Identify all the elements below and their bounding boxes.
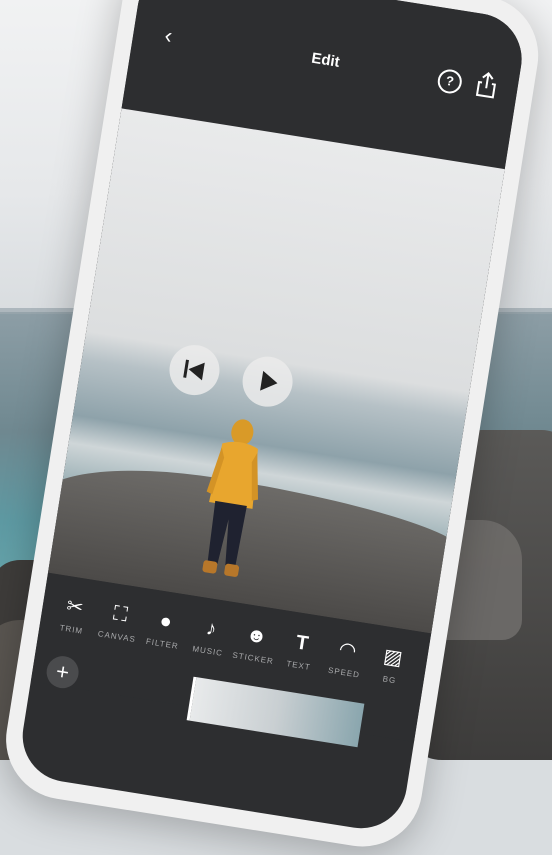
skip-back-icon <box>183 359 205 381</box>
add-clip-button[interactable]: + <box>44 653 81 691</box>
play-icon <box>260 370 278 391</box>
plus-icon: + <box>54 658 71 686</box>
tool-label: BG <box>382 674 397 686</box>
background-icon: ▨ <box>381 645 405 670</box>
video-preview[interactable] <box>28 108 505 637</box>
clip-timeline[interactable] <box>186 676 365 748</box>
share-button[interactable] <box>474 70 500 101</box>
skip-back-button[interactable] <box>165 341 224 399</box>
share-icon <box>475 72 497 99</box>
question-circle-icon: ? <box>444 72 455 89</box>
page-title: Edit <box>310 49 341 71</box>
play-button[interactable] <box>238 353 297 411</box>
tool-bg[interactable]: ▨ BG <box>361 641 422 688</box>
